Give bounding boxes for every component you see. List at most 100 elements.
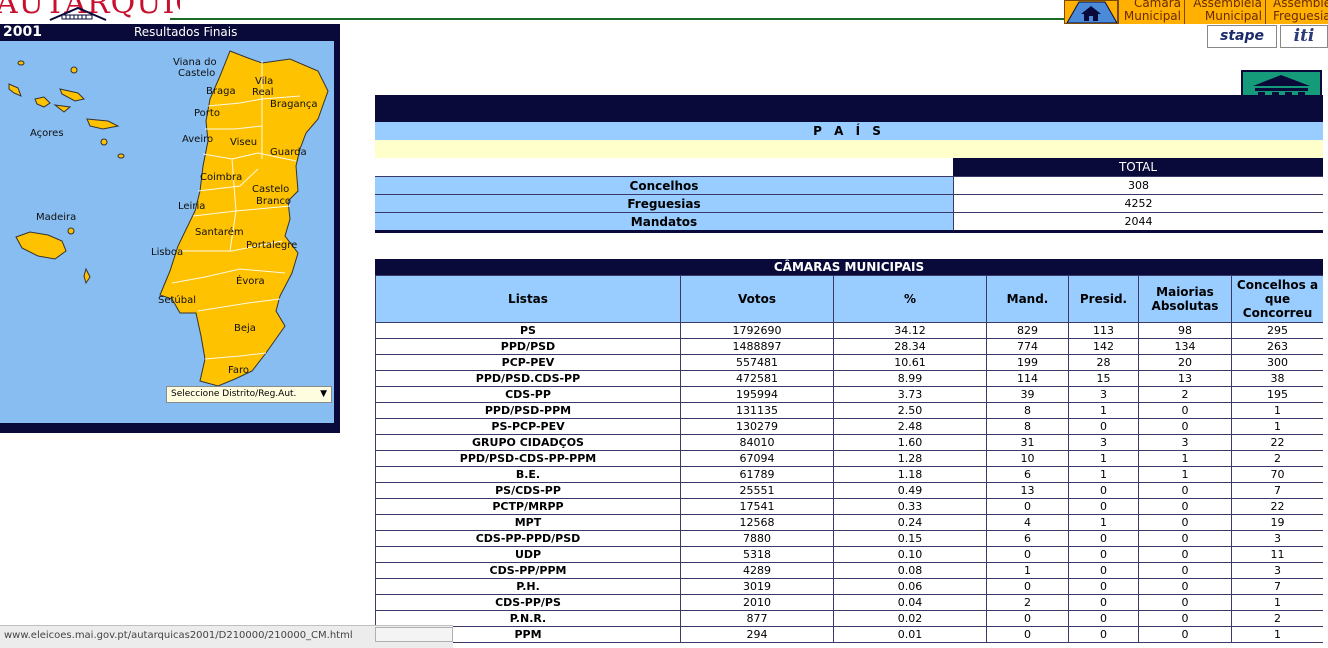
- tab-camara-line2: Municipal: [1123, 9, 1181, 23]
- pais-row-concelhos: Concelhos 308: [375, 176, 1323, 194]
- pais-title: P A Í S: [375, 122, 1323, 140]
- table-row: UDP 5318 0.10 0 0 0 11: [375, 546, 1323, 563]
- cell-lista: PS: [375, 322, 681, 339]
- cell-presidencias: 0: [1068, 578, 1139, 595]
- cell-lista: PS/CDS-PP: [375, 482, 681, 499]
- table-row: PPD/PSD-CDS-PP-PPM 67094 1.28 10 1 1 2: [375, 450, 1323, 467]
- map-label-santarem[interactable]: Santarém: [195, 227, 244, 238]
- table-row: PPD/PSD-PPM 131135 2.50 8 1 0 1: [375, 402, 1323, 419]
- cell-presidencias: 0: [1068, 610, 1139, 627]
- cell-mandatos: 0: [986, 498, 1069, 515]
- pais-total-header: TOTAL: [953, 158, 1323, 176]
- map-label-acores[interactable]: Açores: [30, 128, 64, 139]
- pais-row-freguesias: Freguesias 4252: [375, 194, 1323, 212]
- cell-presidencias: 1: [1068, 402, 1139, 419]
- cell-percent: 34.12: [833, 322, 987, 339]
- cell-lista: PPD/PSD: [375, 338, 681, 355]
- cell-votos: 294: [680, 626, 834, 643]
- map-label-braga[interactable]: Braga: [206, 86, 236, 97]
- cell-presidencias: 15: [1068, 370, 1139, 387]
- cell-votos: 61789: [680, 466, 834, 483]
- cell-concelhos: 1: [1231, 626, 1323, 643]
- cell-percent: 0.02: [833, 610, 987, 627]
- map-label-viseu[interactable]: Viseu: [230, 137, 257, 148]
- cell-mandatos: 199: [986, 354, 1069, 371]
- cell-percent: 0.49: [833, 482, 987, 499]
- map-label-guarda[interactable]: Guarda: [270, 147, 307, 158]
- col-header-listas: Listas: [375, 275, 681, 323]
- cell-maiorias: 0: [1138, 498, 1232, 515]
- map-label-vila-real-line1[interactable]: Vila: [255, 76, 273, 87]
- map-label-castelo-branco-line2[interactable]: Branco: [256, 196, 291, 207]
- map-label-viana-line1[interactable]: Viana do: [173, 57, 217, 68]
- cell-percent: 0.08: [833, 562, 987, 579]
- cell-votos: 195994: [680, 386, 834, 403]
- cell-votos: 131135: [680, 402, 834, 419]
- cell-presidencias: 0: [1068, 594, 1139, 611]
- tab-am-line2: Municipal: [1204, 9, 1262, 23]
- map-label-castelo-branco-line1[interactable]: Castelo: [252, 184, 289, 195]
- map-label-leiria[interactable]: Leiria: [178, 201, 205, 212]
- cell-maiorias: 3: [1138, 434, 1232, 451]
- cell-mandatos: 6: [986, 466, 1069, 483]
- cell-mandatos: 8: [986, 402, 1069, 419]
- cell-votos: 557481: [680, 354, 834, 371]
- map-label-setubal[interactable]: Setúbal: [158, 295, 196, 306]
- map-label-coimbra[interactable]: Coimbra: [200, 172, 242, 183]
- map-label-evora[interactable]: Évora: [236, 276, 265, 287]
- col-header-mandatos: Mand.: [986, 275, 1069, 323]
- tab-camara-municipal[interactable]: Câmara Municipal: [1118, 0, 1184, 24]
- cell-concelhos: 263: [1231, 338, 1323, 355]
- cell-concelhos: 19: [1231, 514, 1323, 531]
- district-select[interactable]: Seleccione Distrito/Reg.Aut. ▼: [166, 386, 332, 403]
- cell-percent: 0.10: [833, 546, 987, 563]
- cell-mandatos: 829: [986, 322, 1069, 339]
- map-label-faro[interactable]: Faro: [228, 365, 249, 376]
- map-label-aveiro[interactable]: Aveiro: [182, 134, 213, 145]
- map-label-viana-line2[interactable]: Castelo: [178, 68, 215, 79]
- map-label-braganca[interactable]: Bragança: [270, 99, 318, 110]
- cell-presidencias: 0: [1068, 530, 1139, 547]
- cell-percent: 0.15: [833, 530, 987, 547]
- home-tab[interactable]: [1064, 0, 1118, 24]
- cell-concelhos: 2: [1231, 610, 1323, 627]
- camaras-table: Listas Votos % Mand. Presid. Maiorias Ab…: [375, 275, 1323, 643]
- stape-link[interactable]: stape: [1207, 25, 1277, 48]
- table-row: GRUPO CIDADÇOS 84010 1.60 31 3 3 22: [375, 434, 1323, 451]
- tab-af-line2: Freguesia: [1273, 9, 1328, 23]
- map-label-portalegre[interactable]: Portalegre: [246, 240, 297, 251]
- table-row: PPM 294 0.01 0 0 0 1: [375, 626, 1323, 643]
- iti-link[interactable]: iti: [1280, 25, 1328, 48]
- cell-maiorias: 20: [1138, 354, 1232, 371]
- map-label-madeira[interactable]: Madeira: [36, 212, 76, 223]
- map-label-lisboa[interactable]: Lisboa: [151, 247, 183, 258]
- cell-votos: 1792690: [680, 322, 834, 339]
- cell-percent: 8.99: [833, 370, 987, 387]
- header-rule: [170, 18, 1066, 20]
- map-label-vila-real-line2[interactable]: Real: [252, 87, 274, 98]
- map-label-beja[interactable]: Beja: [234, 323, 256, 334]
- table-row: MPT 12568 0.24 4 1 0 19: [375, 514, 1323, 531]
- cell-lista: UDP: [375, 546, 681, 563]
- cell-lista: CDS-PP-PPD/PSD: [375, 530, 681, 547]
- cell-votos: 2010: [680, 594, 834, 611]
- tab-assembleia-municipal[interactable]: Assembleia Municipal: [1184, 0, 1265, 24]
- cell-presidencias: 1: [1068, 466, 1139, 483]
- cell-lista: CDS-PP: [375, 386, 681, 403]
- map-label-porto[interactable]: Porto: [194, 108, 220, 119]
- cell-maiorias: 0: [1138, 482, 1232, 499]
- autarquicas-logo[interactable]: AUTARQUICAS: [0, 0, 180, 24]
- cell-concelhos: 300: [1231, 354, 1323, 371]
- col-header-percent: %: [833, 275, 987, 323]
- cell-mandatos: 6: [986, 530, 1069, 547]
- col-header-presidencias: Presid.: [1068, 275, 1139, 323]
- table-row: P.H. 3019 0.06 0 0 0 7: [375, 578, 1323, 595]
- cell-concelhos: 3: [1231, 530, 1323, 547]
- tab-assembleia-freguesia[interactable]: Assembleia Freguesia: [1265, 0, 1328, 24]
- cell-maiorias: 0: [1138, 530, 1232, 547]
- cell-maiorias: 0: [1138, 546, 1232, 563]
- page-subtitle: Resultados Finais: [134, 25, 238, 39]
- cell-mandatos: 2: [986, 594, 1069, 611]
- cell-votos: 1488897: [680, 338, 834, 355]
- cell-lista: CDS-PP/PS: [375, 594, 681, 611]
